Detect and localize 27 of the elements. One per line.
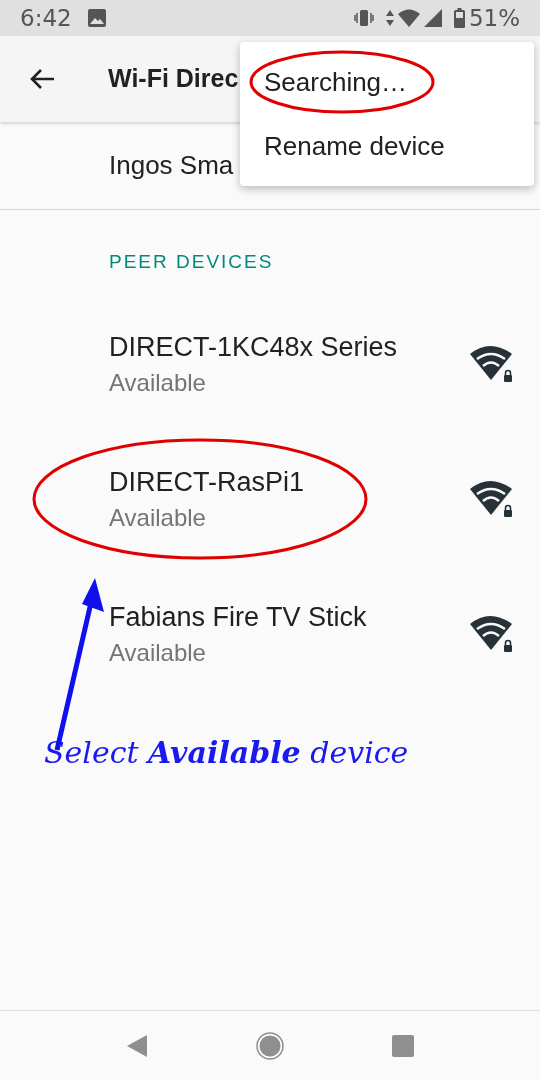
back-nav-icon[interactable] xyxy=(126,1033,148,1058)
annotation-caption: Select Available device xyxy=(44,734,409,770)
status-time: 6:42 xyxy=(20,3,72,33)
recents-nav-icon[interactable] xyxy=(392,1034,414,1057)
peer-name: Fabians Fire TV Stick xyxy=(109,601,368,634)
battery-icon xyxy=(453,8,465,28)
menu-item[interactable]: Searching… xyxy=(240,50,534,114)
data-arrows-icon xyxy=(385,9,394,27)
wifi-icon xyxy=(397,9,420,27)
screen-title: Wi-Fi Direc xyxy=(108,63,239,95)
image-icon xyxy=(87,9,106,27)
device-name: Ingos Sma xyxy=(109,149,234,182)
back-arrow-icon xyxy=(29,68,55,90)
section-header: PEER DEVICES xyxy=(109,251,274,272)
vibrate-icon xyxy=(353,9,374,27)
peer-device-row[interactable]: DIRECT-1KC48x Series Available xyxy=(0,296,540,432)
menu-item[interactable]: Rename device xyxy=(240,114,534,178)
battery-percent: 51% xyxy=(468,3,520,33)
peer-status: Available xyxy=(109,503,207,533)
signal-icon xyxy=(423,9,442,27)
peer-status: Available xyxy=(109,638,207,668)
peer-name: DIRECT-1KC48x Series xyxy=(109,331,399,364)
home-nav-icon[interactable] xyxy=(256,1031,284,1060)
peer-status: Available xyxy=(109,368,207,398)
peer-name: DIRECT-RasPi1 xyxy=(109,466,306,499)
peer-device-row[interactable]: DIRECT-RasPi1 Available xyxy=(0,431,540,567)
peer-device-row[interactable]: Fabians Fire TV Stick Available xyxy=(0,566,540,702)
